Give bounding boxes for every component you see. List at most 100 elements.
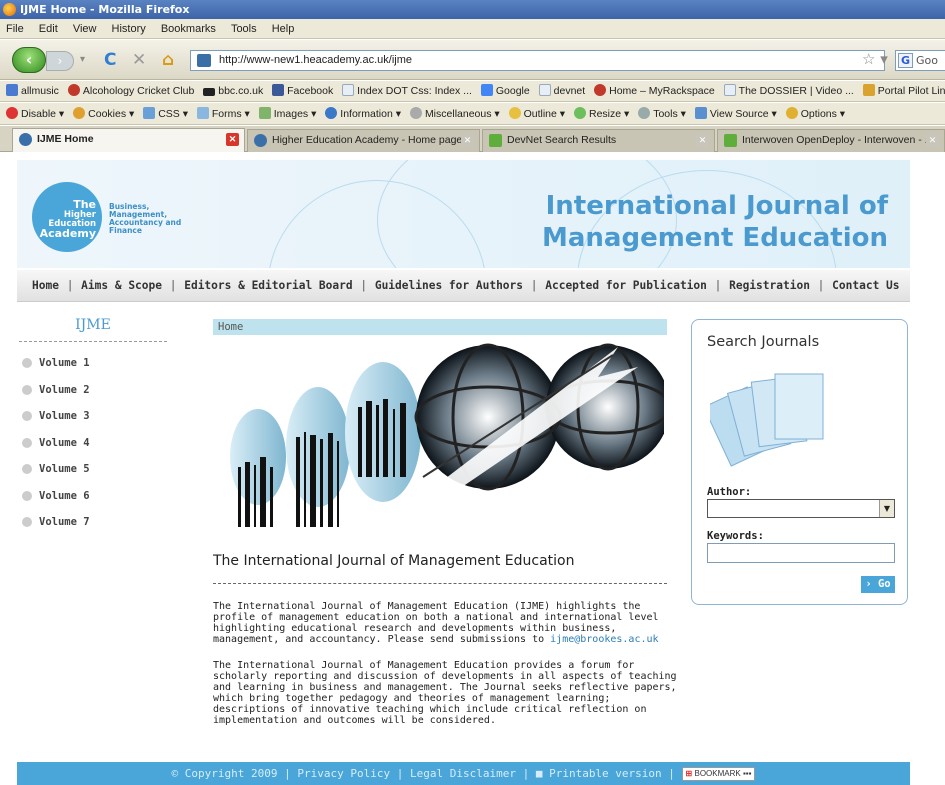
menu-history[interactable]: History xyxy=(112,23,146,35)
sidebar-item-volume-1[interactable]: Volume 1 xyxy=(19,350,167,377)
cricket-ball-icon xyxy=(67,84,80,96)
search-input[interactable]: G Goo xyxy=(895,50,945,71)
wd-view-source-menu[interactable]: View Source ▾ xyxy=(694,103,777,124)
wd-options-menu[interactable]: Options ▾ xyxy=(785,103,845,124)
nav-registration[interactable]: Registration xyxy=(729,279,810,292)
sidebar-item-volume-5[interactable]: Volume 5 xyxy=(19,456,167,483)
sidebar-item-volume-3[interactable]: Volume 3 xyxy=(19,403,167,430)
stop-icon[interactable]: ✕ xyxy=(132,50,146,70)
menu-bookmarks[interactable]: Bookmarks xyxy=(161,23,216,35)
menu-view[interactable]: View xyxy=(73,23,97,35)
bookmark-star-icon[interactable]: ☆ ▾ xyxy=(862,50,888,68)
close-tab-icon[interactable]: ✕ xyxy=(226,133,239,146)
close-tab-icon[interactable]: ✕ xyxy=(461,134,474,147)
journal-title: International Journal of Management Educ… xyxy=(542,190,888,254)
menu-help[interactable]: Help xyxy=(272,23,295,35)
printable-version-link[interactable]: Printable version xyxy=(549,767,662,780)
bookmark-item[interactable]: Alcohology Cricket Club xyxy=(67,81,194,101)
sidebar-item-volume-6[interactable]: Volume 6 xyxy=(19,483,167,510)
search-journals-panel: Search Journals Author: ▼ Keywords: › Go xyxy=(691,319,908,605)
volume-label: Volume 1 xyxy=(39,357,90,369)
tab-strip: IJME Home ✕ Higher Education Academy - H… xyxy=(0,126,945,152)
logo-tag-line: Finance xyxy=(109,226,142,235)
bullet-icon xyxy=(22,517,32,527)
bookmark-item[interactable]: bbc.co.uk xyxy=(203,81,263,101)
bookmark-item[interactable]: devnet xyxy=(538,81,586,101)
wd-resize-menu[interactable]: Resize ▾ xyxy=(573,103,629,124)
home-icon[interactable]: ⌂ xyxy=(162,50,174,70)
bookmark-label: devnet xyxy=(553,85,586,97)
page-icon xyxy=(723,84,736,96)
plus-icon: ⊞ xyxy=(685,769,693,778)
bookmark-label: Portal Pilot Lin xyxy=(877,85,945,97)
bookmark-item[interactable]: Index DOT Css: Index ... xyxy=(342,81,472,101)
wd-forms-menu[interactable]: Forms ▾ xyxy=(196,103,250,124)
tab-favicon-icon xyxy=(724,134,737,147)
reload-icon[interactable]: C xyxy=(104,50,116,70)
wd-tools-menu[interactable]: Tools ▾ xyxy=(638,103,686,124)
volume-label: Volume 3 xyxy=(39,410,90,422)
history-dropdown-icon[interactable]: ▾ xyxy=(80,50,85,70)
bookmark-button-label: BOOKMARK xyxy=(694,769,741,778)
wd-outline-menu[interactable]: Outline ▾ xyxy=(508,103,565,124)
cookie-icon xyxy=(73,107,86,119)
nav-guidelines[interactable]: Guidelines for Authors xyxy=(375,279,523,292)
portal-icon xyxy=(862,84,875,96)
tab-devnet-search[interactable]: DevNet Search Results ✕ xyxy=(482,129,715,152)
menu-file[interactable]: File xyxy=(6,23,24,35)
submissions-email-link[interactable]: ijme@brookes.ac.uk xyxy=(550,634,658,645)
allmusic-icon xyxy=(6,84,18,96)
menu-edit[interactable]: Edit xyxy=(39,23,58,35)
wd-images-menu[interactable]: Images ▾ xyxy=(258,103,316,124)
back-button[interactable]: ‹ xyxy=(12,47,46,73)
tab-label: IJME Home xyxy=(37,133,94,145)
bookmark-item[interactable]: allmusic xyxy=(6,81,59,101)
images-icon xyxy=(258,107,271,119)
sidebar-item-volume-7[interactable]: Volume 7 xyxy=(19,509,167,536)
keywords-label: Keywords: xyxy=(707,530,764,542)
nav-editors[interactable]: Editors & Editorial Board xyxy=(184,279,352,292)
bookmark-item[interactable]: Google xyxy=(480,81,530,101)
address-bar[interactable]: http://www-new1.heacademy.ac.uk/ijme xyxy=(190,50,885,71)
nav-aims-scope[interactable]: Aims & Scope xyxy=(81,279,162,292)
tab-hea-home[interactable]: Higher Education Academy - Home page ✕ xyxy=(247,129,480,152)
sidebar-item-volume-4[interactable]: Volume 4 xyxy=(19,430,167,457)
bookmark-item[interactable]: The DOSSIER | Video ... xyxy=(723,81,854,101)
breadcrumb-home[interactable]: Home xyxy=(218,321,243,333)
close-tab-icon[interactable]: ✕ xyxy=(926,134,939,147)
web-page: The Higher Education Academy Business, M… xyxy=(0,153,945,785)
sidebar-item-volume-2[interactable]: Volume 2 xyxy=(19,377,167,404)
forward-button[interactable]: › xyxy=(46,51,74,71)
web-developer-toolbar: Disable ▾ Cookies ▾ CSS ▾ Forms ▾ Images… xyxy=(0,103,945,125)
tab-ijme-home[interactable]: IJME Home ✕ xyxy=(12,128,245,152)
copyright-text: © Copyright 2009 xyxy=(171,767,278,780)
legal-disclaimer-link[interactable]: Legal Disclaimer xyxy=(410,767,516,780)
wd-information-menu[interactable]: Information ▾ xyxy=(325,103,401,124)
keywords-input[interactable] xyxy=(707,543,895,563)
wd-disable-menu[interactable]: Disable ▾ xyxy=(6,103,64,124)
bookmark-item[interactable]: Home – MyRackspace xyxy=(594,81,715,101)
wd-css-menu[interactable]: CSS ▾ xyxy=(143,103,188,124)
hea-logo[interactable]: The Higher Education Academy xyxy=(32,182,102,252)
go-button[interactable]: › Go xyxy=(861,576,895,593)
bookmark-item[interactable]: Portal Pilot Lin xyxy=(862,81,945,101)
globe-barcode-graphic xyxy=(230,343,664,527)
bookmark-item[interactable]: Facebook xyxy=(272,81,333,101)
nav-accepted[interactable]: Accepted for Publication xyxy=(545,279,707,292)
tab-favicon-icon xyxy=(254,134,267,147)
nav-contact[interactable]: Contact Us xyxy=(832,279,899,292)
menu-tools[interactable]: Tools xyxy=(231,23,257,35)
privacy-policy-link[interactable]: Privacy Policy xyxy=(297,767,390,780)
chevron-down-icon[interactable]: ▼ xyxy=(879,500,894,517)
close-tab-icon[interactable]: ✕ xyxy=(696,134,709,147)
bookmark-button[interactable]: ⊞ BOOKMARK ▪▪▪ xyxy=(681,767,756,781)
wd-miscellaneous-menu[interactable]: Miscellaneous ▾ xyxy=(409,103,500,124)
nav-home[interactable]: Home xyxy=(32,279,59,292)
site-footer: © Copyright 2009 | Privacy Policy | Lega… xyxy=(17,762,910,785)
author-label: Author: xyxy=(707,486,752,498)
journal-covers-image xyxy=(710,373,824,467)
google-search-icon[interactable]: G xyxy=(898,53,913,68)
wd-cookies-menu[interactable]: Cookies ▾ xyxy=(73,103,134,124)
author-select[interactable]: ▼ xyxy=(707,499,895,518)
tab-interwoven[interactable]: Interwoven OpenDeploy - Interwoven - ...… xyxy=(717,129,945,152)
